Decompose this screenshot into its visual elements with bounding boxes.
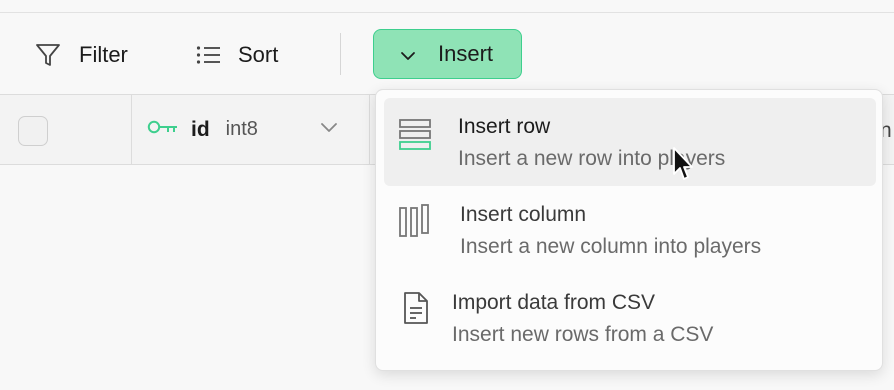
menu-item-description: Insert a new column into players bbox=[460, 235, 762, 258]
file-text-icon bbox=[402, 291, 430, 330]
insert-button[interactable]: Insert bbox=[373, 29, 522, 79]
column-type: int8 bbox=[225, 118, 258, 140]
menu-item-description: Insert new rows from a CSV bbox=[452, 323, 714, 346]
chevron-down-icon bbox=[400, 41, 416, 67]
menu-item-title: Insert row bbox=[458, 115, 551, 138]
menu-item-title: Insert column bbox=[460, 203, 587, 226]
menu-item-insert-column[interactable]: Insert column Insert a new column into p… bbox=[384, 186, 876, 274]
filter-label: Filter bbox=[79, 42, 128, 67]
primary-key-icon bbox=[147, 119, 179, 140]
select-all-checkbox[interactable] bbox=[18, 116, 48, 146]
sort-button[interactable]: Sort bbox=[196, 30, 278, 80]
insert-row-icon bbox=[398, 118, 432, 157]
insert-dropdown-menu: Insert row Insert a new row into players… bbox=[375, 89, 883, 371]
select-all-cell bbox=[0, 95, 132, 164]
menu-item-import-csv[interactable]: Import data from CSV Insert new rows fro… bbox=[384, 274, 876, 362]
window-top-edge bbox=[0, 0, 894, 13]
menu-item-title: Import data from CSV bbox=[452, 291, 656, 314]
mouse-pointer-icon bbox=[672, 146, 696, 187]
table-toolbar: Filter Sort Insert bbox=[0, 13, 894, 95]
filter-button[interactable]: Filter bbox=[35, 30, 128, 80]
menu-item-insert-row[interactable]: Insert row Insert a new row into players bbox=[384, 98, 876, 186]
filter-icon bbox=[35, 42, 61, 68]
column-name: id bbox=[191, 117, 210, 141]
insert-label: Insert bbox=[438, 41, 494, 66]
sort-list-icon bbox=[196, 44, 222, 66]
insert-column-icon bbox=[398, 204, 432, 243]
toolbar-divider bbox=[340, 33, 341, 75]
column-menu-chevron-icon[interactable] bbox=[320, 121, 338, 139]
sort-label: Sort bbox=[238, 42, 279, 67]
column-header-id[interactable]: id int8 bbox=[132, 95, 370, 164]
